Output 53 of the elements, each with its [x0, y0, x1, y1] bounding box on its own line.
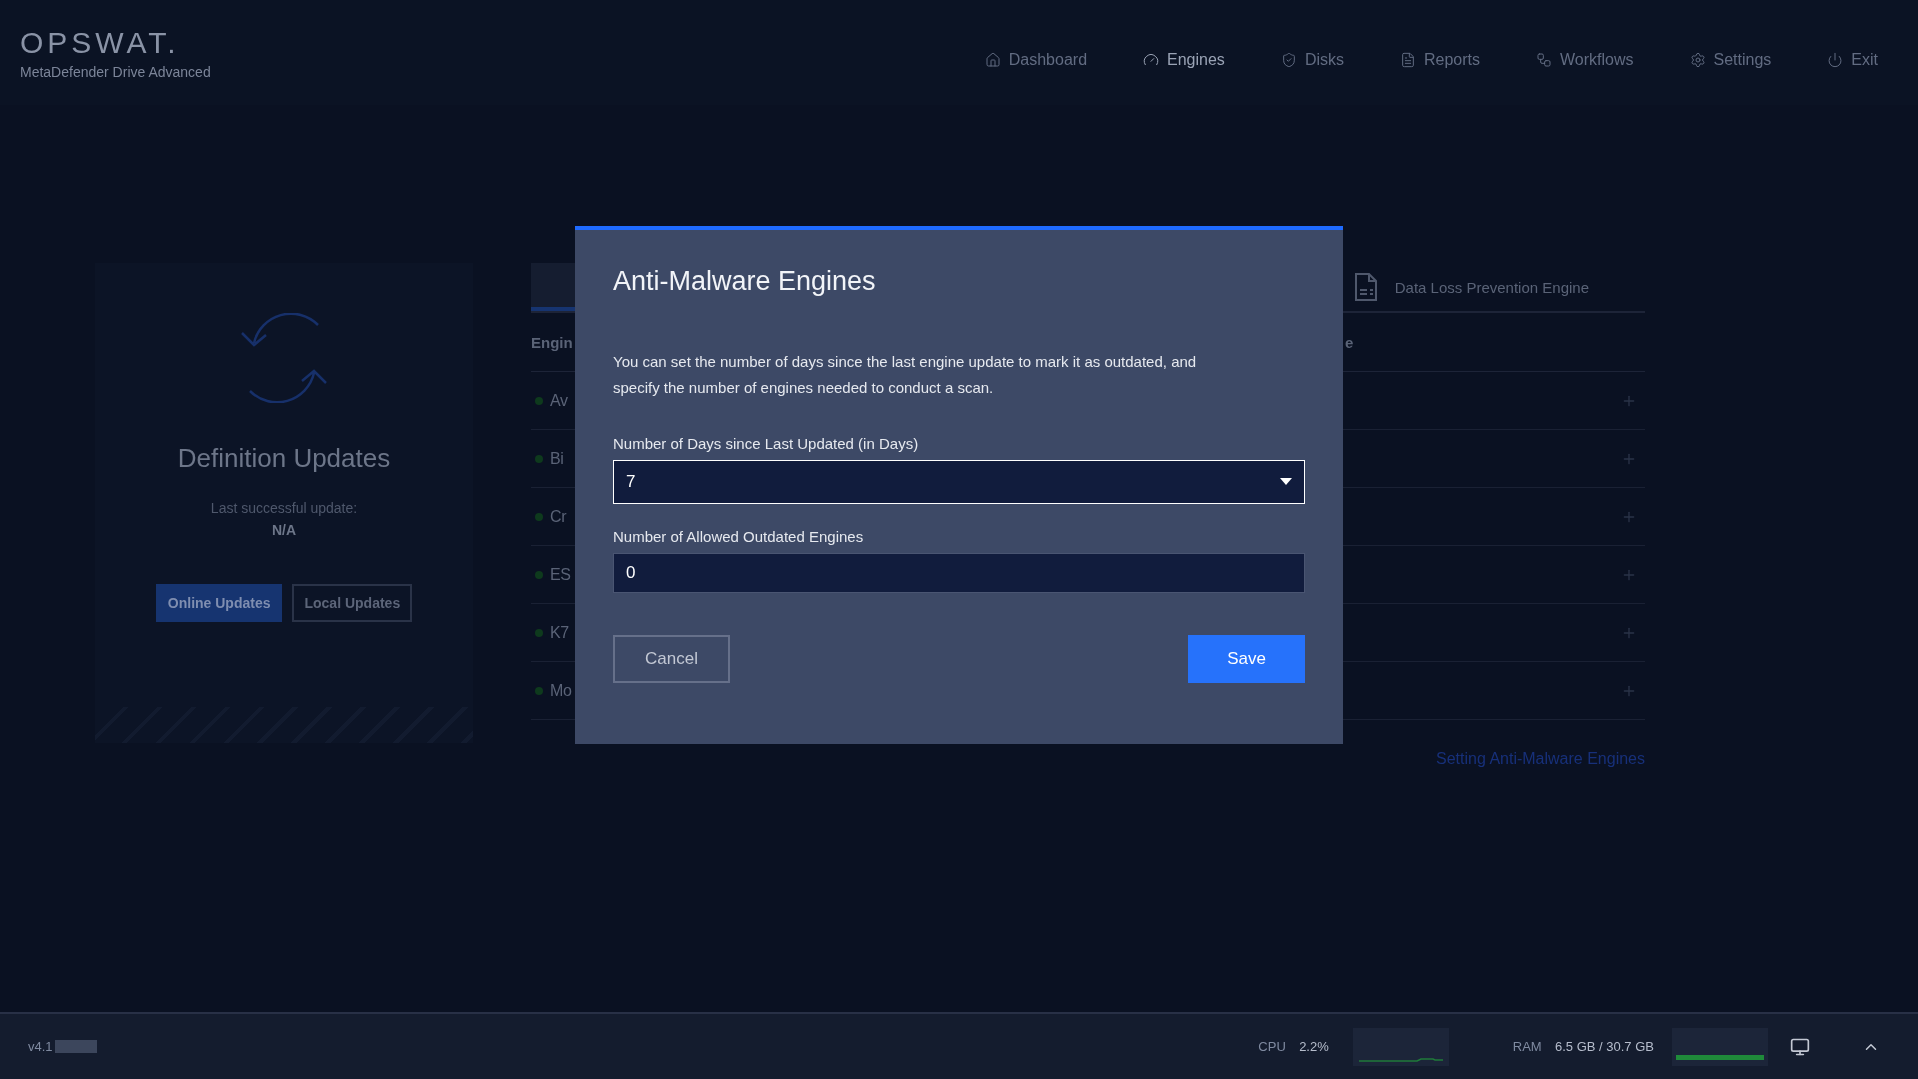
- nav-link[interactable]: Exit: [1827, 50, 1878, 69]
- column-header: e: [1345, 333, 1355, 351]
- status-dot: [535, 454, 543, 463]
- engine-name: Cr: [550, 507, 567, 526]
- nav-link[interactable]: Disks: [1280, 50, 1344, 69]
- settings-icon: [1689, 51, 1706, 68]
- engine-name: Av: [550, 391, 568, 410]
- engine-name: ES: [550, 565, 571, 584]
- workflow-icon: [1536, 51, 1552, 68]
- update-caption: Last successful update:: [210, 500, 358, 516]
- field-label: Number of Allowed Outdated Engines: [613, 528, 865, 545]
- status-dot: [535, 628, 543, 637]
- nav-link[interactable]: Engines: [1143, 50, 1225, 69]
- nav-link[interactable]: Dashboard: [984, 50, 1088, 69]
- save-button[interactable]: Save: [1188, 635, 1305, 683]
- column-header: Engin: [531, 333, 574, 351]
- nav-link[interactable]: Workflows: [1536, 50, 1634, 69]
- engine-name: Mo: [550, 681, 572, 700]
- logo: OPSWAT.: [20, 25, 181, 60]
- monitor-icon[interactable]: [1790, 1036, 1810, 1057]
- select-field[interactable]: 7: [613, 460, 1305, 504]
- gauge-icon: [1143, 51, 1160, 68]
- update-button[interactable]: Online Updates: [155, 584, 283, 622]
- ram-value: 6.5 GB / 30.7 GB: [1555, 1039, 1654, 1054]
- cpu-value: 2.2%: [1299, 1039, 1329, 1054]
- product-name: MetaDefender Drive Advanced: [20, 63, 211, 80]
- engine-name: Bi: [550, 449, 564, 468]
- shield-check-icon: [1280, 51, 1297, 68]
- nav-link[interactable]: Reports: [1400, 50, 1480, 69]
- field-label: Number of Days since Last Updated (in Days): [613, 435, 920, 452]
- engine-name: K7: [550, 623, 569, 642]
- engine-tab[interactable]: Data Loss Prevention Engine: [1352, 263, 1645, 311]
- version-label: v4.1: [28, 1039, 53, 1054]
- nav-link[interactable]: Settings: [1689, 50, 1772, 69]
- dropdown-arrow-icon: [1280, 478, 1292, 486]
- card-title: Definition Updates: [177, 443, 391, 474]
- status-dot: [535, 512, 543, 521]
- status-dot: [535, 686, 543, 695]
- update-value: N/A: [271, 522, 297, 538]
- cancel-button[interactable]: Cancel: [613, 635, 730, 683]
- dialog-title: Anti-Malware Engines: [613, 266, 877, 297]
- document-icon: [1352, 272, 1379, 302]
- status-dot: [535, 570, 543, 579]
- cpu-label: CPU: [1258, 1039, 1286, 1054]
- ram-label: RAM: [1512, 1039, 1542, 1054]
- status-dot: [535, 396, 543, 405]
- power-icon: [1827, 51, 1844, 68]
- document-icon: [1400, 51, 1416, 68]
- update-button[interactable]: Local Updates: [292, 584, 413, 622]
- dialog-text: You can set the number of days since the last engine update to mark it as outdated, and specify the number of engines needed to conduct a scan.: [613, 352, 1198, 398]
- home-icon: [984, 51, 1001, 68]
- redaction-bar: [54, 1040, 97, 1053]
- input-field[interactable]: 0: [613, 553, 1305, 593]
